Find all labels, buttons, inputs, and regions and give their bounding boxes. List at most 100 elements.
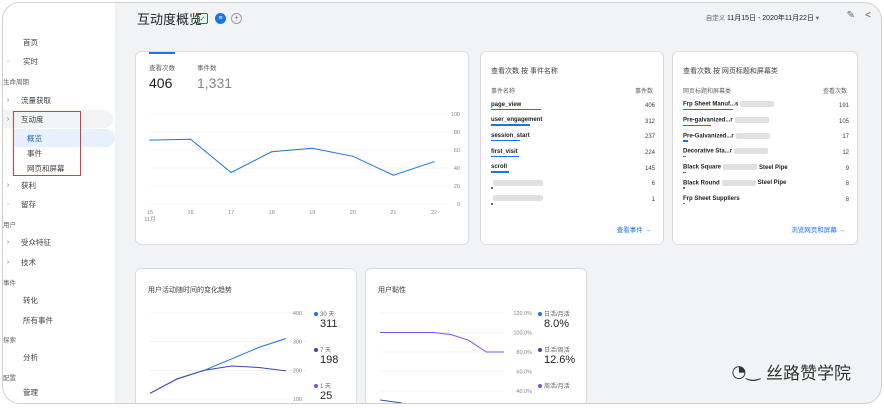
row-label-cell: page_view — [491, 98, 629, 114]
row-label: Decorative Sta...r — [683, 148, 733, 155]
sidebar-item-demographics[interactable]: › 受众特征 — [3, 233, 51, 251]
table-row[interactable]: Frp Sheet Manuf...s 191 — [683, 98, 849, 114]
row-label-cell: Frp Sheet Suppliers — [683, 192, 835, 208]
legend-item: 1 天 25 — [314, 381, 332, 402]
legend-item: 30 天 311 — [314, 309, 338, 330]
table-row[interactable]: first_visit 224 — [491, 145, 655, 161]
sidebar-item-label: 受众特征 — [21, 237, 51, 247]
legend-item: 7 天 198 — [314, 345, 338, 366]
sidebar-item-home[interactable]: 首页 — [3, 33, 38, 51]
row-value: 312 — [644, 118, 655, 125]
table-row[interactable]: Frp Sheet Suppliers 8 — [683, 192, 849, 208]
table-row[interactable]: session_start 237 — [491, 129, 655, 145]
sidebar-item-tech[interactable]: › 技术 — [3, 253, 36, 271]
user-activity-card: 用户活动随时间的变化趋势 400 300 200 100 30 天 311 7 天 198 1… — [135, 268, 357, 403]
column-header: 查看次数 — [822, 89, 847, 95]
data-point — [392, 174, 395, 176]
sidebar-item-label: 转化 — [23, 295, 38, 305]
row-label: user_engagement — [491, 117, 543, 124]
row-label-cell: Pre-Galvanized...r — [683, 129, 835, 145]
y-tick-label: 120.0% — [513, 311, 532, 317]
row-value: 12 — [842, 149, 849, 156]
series-line — [379, 399, 403, 403]
table-row[interactable]: scroll 145 — [491, 161, 655, 177]
table-row[interactable]: Black Square Steel Pipe 9 — [683, 161, 849, 177]
series-line — [149, 338, 287, 394]
y-tick-label: 300 — [293, 340, 302, 346]
view-pages-link[interactable]: 浏览网页和屏幕 → — [791, 224, 845, 234]
sidebar-item-analysis[interactable]: 分析 — [3, 348, 38, 366]
add-comparison-icon[interactable]: + — [231, 13, 242, 24]
data-point — [149, 139, 151, 141]
row-value: 406 — [644, 102, 655, 109]
y-tick-label: 40.0% — [516, 389, 532, 395]
value-bar — [491, 187, 493, 189]
x-tick-label: 18 — [269, 210, 275, 216]
sidebar-item-label: 流量获取 — [21, 95, 51, 105]
row-value: 17 — [842, 134, 849, 141]
sidebar-item-realtime[interactable]: · 实时 — [3, 52, 38, 70]
table-row[interactable]: 6 — [491, 176, 655, 192]
x-tick-label: 21 — [390, 210, 396, 216]
value-bar — [683, 171, 686, 174]
user-stickiness-card: 用户黏性 120.0% 100.0% 80.0% 60.0% 40.0% 日活/月活 8.… — [365, 268, 587, 403]
data-point — [352, 155, 354, 157]
row-value: 105 — [838, 118, 849, 125]
table-row[interactable]: Pre-Galvanized...r 17 — [683, 129, 849, 145]
events-table-card: 查看次数 按 事件名称 事件名称 事件数 page_view 406 user_en… — [480, 51, 664, 245]
page-title: 互动度概览 — [137, 12, 203, 27]
value-bar — [491, 203, 493, 205]
card-title: 查看次数 按 事件名称 — [491, 68, 558, 75]
table-row[interactable]: Decorative Sta...r 12 — [683, 145, 849, 161]
pages-table: Frp Sheet Manuf...s 191 Pre-galvanized...r… — [683, 98, 849, 208]
sidebar-item-label: 所有事件 — [23, 315, 53, 325]
legend-label: 周活/月活 — [544, 384, 570, 390]
redacted-text — [734, 116, 769, 123]
y-tick-label: 20 — [454, 184, 460, 190]
chevron-right-icon: › — [6, 96, 10, 104]
check-icon[interactable]: ✓ — [197, 13, 208, 24]
row-label-cell: scroll — [491, 161, 629, 177]
table-row[interactable]: Black Round Steel Pipe 8 — [683, 176, 849, 192]
highlight-box — [13, 111, 81, 176]
x-tick-label: 16 — [188, 210, 194, 216]
compare-icon[interactable]: ≡ — [215, 13, 226, 24]
redacted-text — [721, 179, 756, 186]
legend-dot — [538, 384, 542, 389]
legend-value: 8.0% — [544, 318, 570, 330]
sidebar-item-acquisition[interactable]: › 流量获取 — [3, 91, 51, 109]
chevron-right-icon: › — [6, 181, 10, 189]
date-range-picker[interactable]: 自定义 11月15日 - 2020年11月22日 ▾ — [706, 12, 819, 23]
row-label: first_visit — [491, 148, 518, 155]
view-events-link[interactable]: 查看事件 → — [617, 224, 651, 234]
link-label: 浏览网页和屏幕 — [791, 227, 837, 234]
data-point — [311, 147, 313, 149]
customize-report-icon[interactable]: ✎ — [847, 10, 855, 21]
chevron-right-icon: › — [6, 238, 10, 246]
legend-item: 日活/周活 12.6% — [538, 345, 575, 366]
arrow-right-icon: → — [838, 227, 846, 234]
share-icon[interactable]: < — [865, 10, 871, 21]
redacted-text — [734, 148, 769, 155]
legend-value: 311 — [320, 318, 338, 330]
y-tick-label: 60.0% — [516, 370, 532, 376]
sidebar-item-conversions[interactable]: 转化 — [3, 291, 38, 309]
table-row[interactable]: page_view 406 — [491, 98, 655, 114]
sidebar-item-retention[interactable]: · 留存 — [3, 195, 36, 213]
wechat-icon: ◔‿ — [731, 361, 761, 382]
row-label-cell — [491, 192, 629, 208]
row-value: 9 — [845, 165, 849, 172]
section-events: 事件 — [3, 280, 16, 287]
sidebar-item-all-events[interactable]: 所有事件 — [3, 311, 53, 329]
redacted-text — [723, 164, 758, 171]
data-point — [433, 161, 435, 163]
row-label-cell: first_visit — [491, 145, 629, 161]
redacted-text — [493, 195, 543, 202]
table-row[interactable]: user_engagement 312 — [491, 114, 655, 130]
sidebar-item-admin[interactable]: 管理 — [3, 383, 38, 401]
table-row[interactable]: 1 — [491, 192, 655, 208]
value-bar — [683, 187, 685, 189]
events-table: page_view 406 user_engagement 312 session_st… — [491, 98, 655, 208]
table-row[interactable]: Pre-galvanized...r 105 — [683, 114, 849, 130]
sidebar-item-monetization[interactable]: › 获利 — [3, 176, 36, 194]
